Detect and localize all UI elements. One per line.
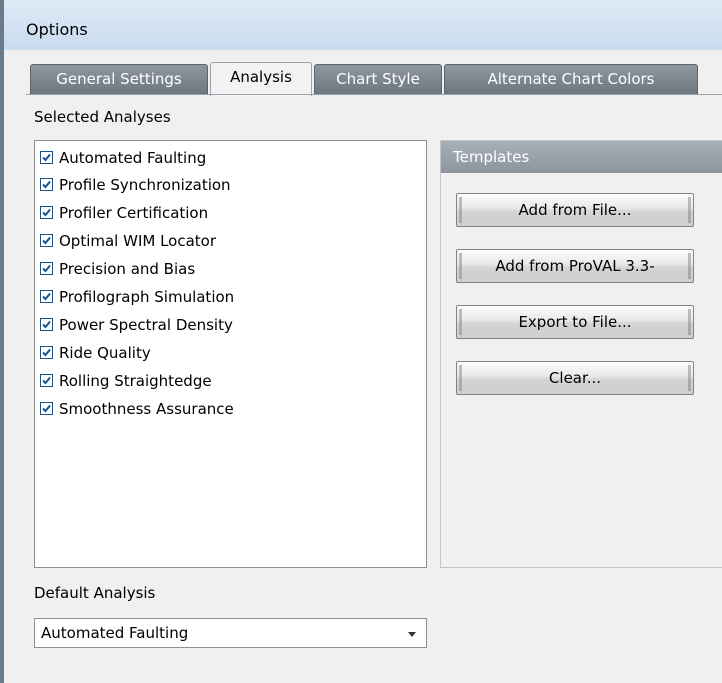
tab-general-settings[interactable]: General Settings [30, 64, 208, 94]
window-title: Options [26, 20, 88, 39]
default-analysis-value: Automated Faulting [41, 624, 189, 642]
list-item-precision-and-bias[interactable]: Precision and Bias [40, 256, 195, 282]
checkbox-checked-icon[interactable] [40, 374, 53, 387]
list-item-label: Profiler Certification [59, 204, 209, 222]
tab-panel-border [26, 94, 722, 95]
add-from-file-button[interactable]: Add from File... [456, 193, 694, 227]
list-item-label: Profile Synchronization [59, 176, 231, 194]
checkbox-checked-icon[interactable] [40, 151, 53, 164]
list-item-profiler-certification[interactable]: Profiler Certification [40, 200, 208, 226]
list-item-smoothness-assurance[interactable]: Smoothness Assurance [40, 396, 234, 422]
window-left-edge [0, 0, 4, 683]
tab-label: General Settings [56, 70, 182, 88]
options-window: Options General Settings Analysis Chart … [0, 0, 722, 683]
checkbox-checked-icon[interactable] [40, 346, 53, 359]
tab-alternate-chart-colors[interactable]: Alternate Chart Colors [444, 64, 698, 94]
chevron-down-icon[interactable] [408, 632, 416, 637]
title-bar: Options [4, 0, 722, 50]
tab-analysis[interactable]: Analysis [210, 62, 312, 96]
checkbox-checked-icon[interactable] [40, 262, 53, 275]
add-from-proval-button[interactable]: Add from ProVAL 3.3- [456, 249, 694, 283]
tab-label: Alternate Chart Colors [487, 70, 655, 88]
checkbox-checked-icon[interactable] [40, 290, 53, 303]
list-item-label: Precision and Bias [59, 260, 196, 278]
list-item-label: Optimal WIM Locator [59, 232, 217, 250]
list-item-label: Smoothness Assurance [59, 400, 234, 418]
selected-analyses-label: Selected Analyses [34, 108, 171, 126]
list-item-power-spectral-density[interactable]: Power Spectral Density [40, 312, 233, 338]
checkbox-checked-icon[interactable] [40, 178, 53, 191]
tab-label: Chart Style [336, 70, 420, 88]
list-item-label: Profilograph Simulation [59, 288, 235, 306]
default-analysis-dropdown[interactable]: Automated Faulting [34, 618, 427, 648]
list-item-profile-synchronization[interactable]: Profile Synchronization [40, 172, 231, 198]
default-analysis-label: Default Analysis [34, 584, 156, 602]
export-to-file-button[interactable]: Export to File... [456, 305, 694, 339]
list-item-label: Rolling Straightedge [59, 372, 212, 390]
templates-header: Templates [441, 141, 722, 173]
selected-analyses-list[interactable]: Automated Faulting Profile Synchronizati… [34, 140, 427, 568]
list-item-label: Ride Quality [59, 344, 151, 362]
list-item-profilograph-simulation[interactable]: Profilograph Simulation [40, 284, 234, 310]
list-item-label: Power Spectral Density [59, 316, 233, 334]
list-item-automated-faulting[interactable]: Automated Faulting [40, 145, 206, 171]
clear-button[interactable]: Clear... [456, 361, 694, 395]
checkbox-checked-icon[interactable] [40, 402, 53, 415]
templates-group: Templates Add from File... Add from ProV… [440, 140, 722, 568]
tab-label: Analysis [230, 68, 292, 86]
checkbox-checked-icon[interactable] [40, 234, 53, 247]
list-item-ride-quality[interactable]: Ride Quality [40, 340, 151, 366]
list-item-label: Automated Faulting [59, 149, 207, 167]
tab-chart-style[interactable]: Chart Style [314, 64, 442, 94]
checkbox-checked-icon[interactable] [40, 206, 53, 219]
checkbox-checked-icon[interactable] [40, 318, 53, 331]
list-item-optimal-wim-locator[interactable]: Optimal WIM Locator [40, 228, 216, 254]
list-item-rolling-straightedge[interactable]: Rolling Straightedge [40, 368, 212, 394]
